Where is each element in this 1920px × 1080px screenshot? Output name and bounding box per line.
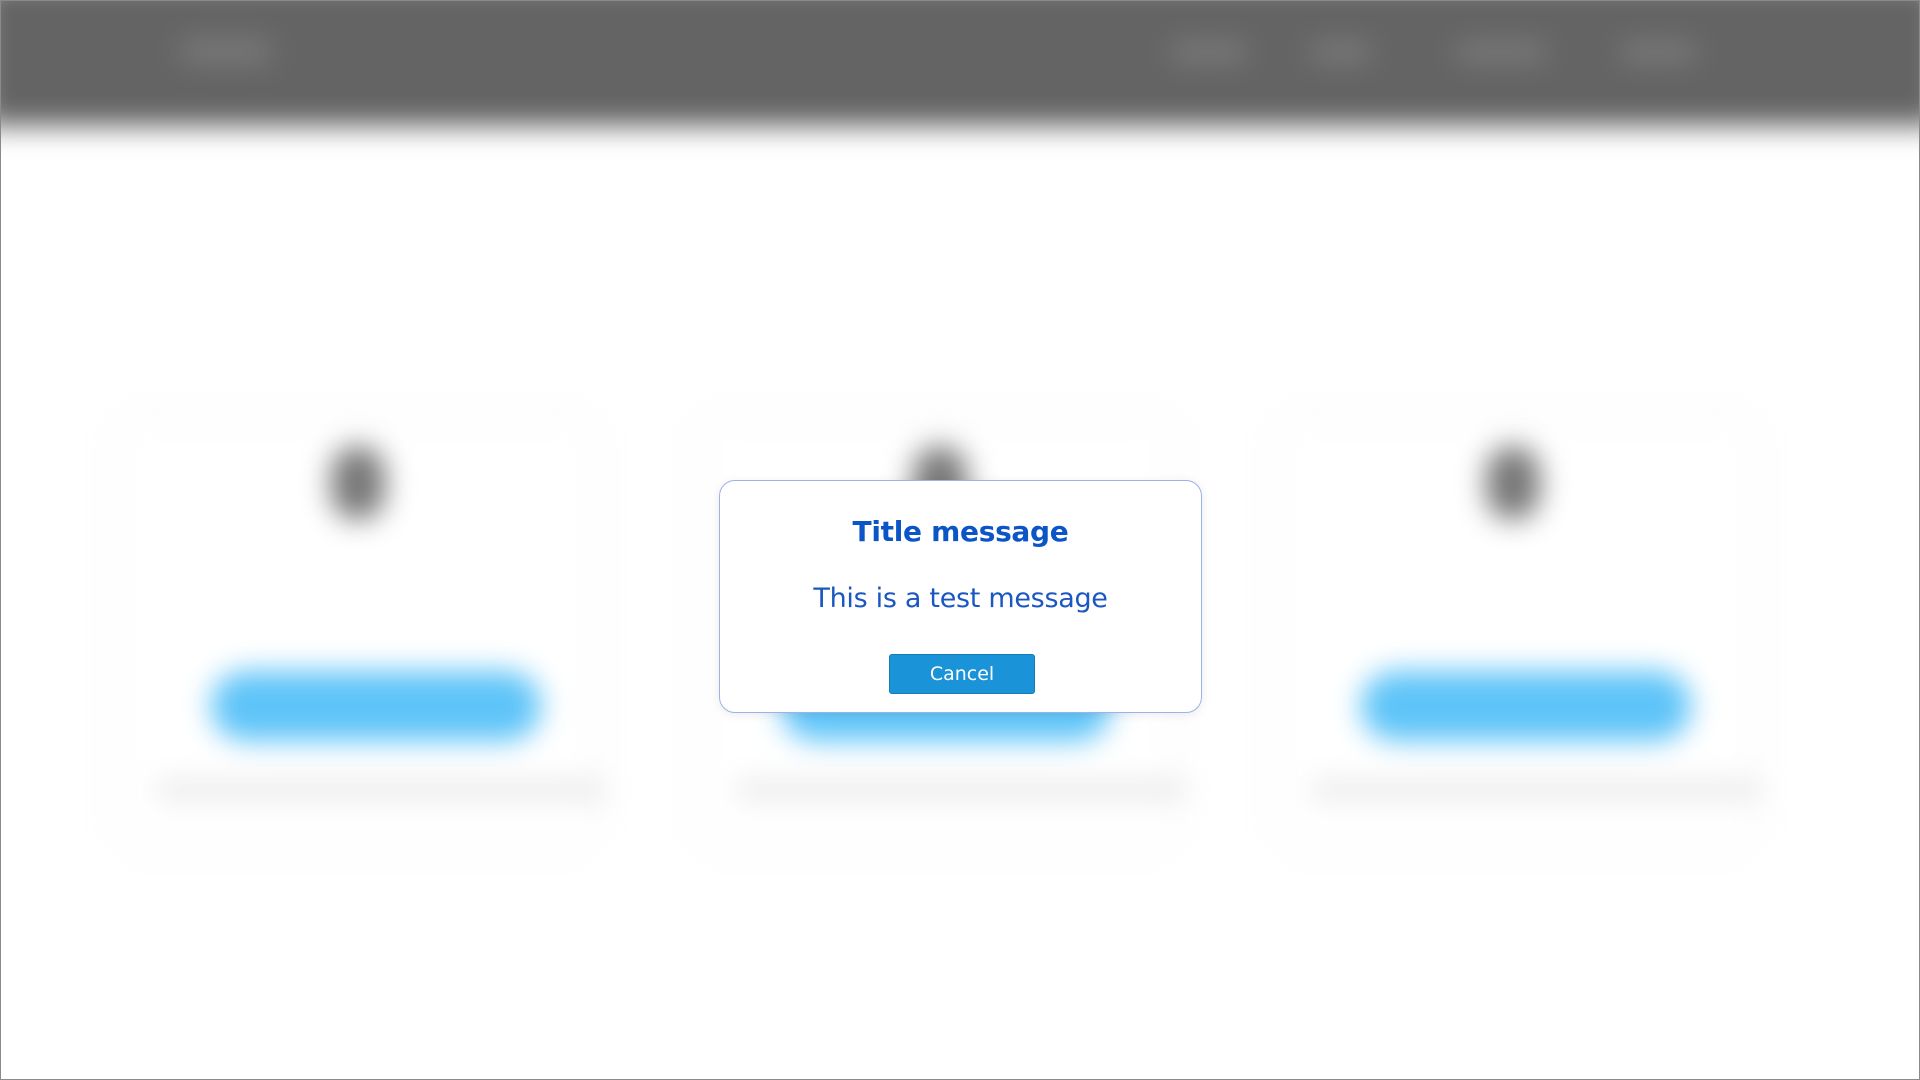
blurred-nav-item	[1456, 45, 1546, 59]
dialog-message: This is a test message	[813, 583, 1108, 614]
dialog-title: Title message	[852, 515, 1069, 548]
blurred-nav-item	[1171, 45, 1246, 59]
blurred-header	[1, 1, 1919, 126]
app-window: Title message This is a test message Can…	[0, 0, 1920, 1080]
blurred-logo	[181, 39, 271, 63]
message-dialog: Title message This is a test message Can…	[719, 480, 1202, 713]
blurred-card-icon	[1486, 446, 1540, 520]
blurred-nav-item	[1621, 45, 1696, 59]
cancel-button[interactable]: Cancel	[889, 654, 1035, 694]
blurred-card-button	[1361, 671, 1691, 741]
blurred-card-icon	[331, 446, 385, 520]
blurred-card-text	[1311, 781, 1761, 799]
blurred-card-text	[156, 781, 606, 799]
blurred-card-button	[211, 671, 541, 741]
blurred-card-text	[736, 781, 1186, 799]
blurred-nav-item	[1311, 45, 1371, 59]
